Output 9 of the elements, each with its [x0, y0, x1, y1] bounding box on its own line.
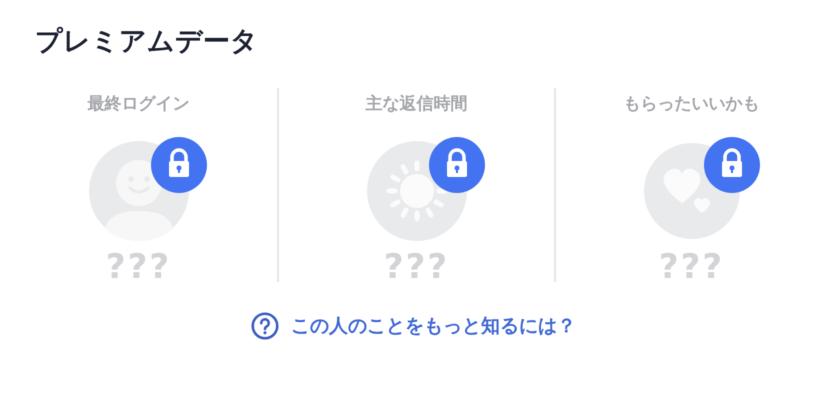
stat-label: もらったいいかも [624, 93, 760, 116]
section-title: プレミアムデータ [34, 25, 259, 59]
hidden-value: ??? [658, 249, 724, 285]
help-link[interactable]: この人のことをもっと知るには？ [291, 313, 576, 339]
stat-label: 最終ログイン [88, 93, 190, 116]
help-icon [251, 312, 279, 340]
hidden-value: ??? [106, 249, 172, 285]
stat-label: 主な返信時間 [366, 93, 468, 116]
hidden-value: ??? [384, 249, 450, 285]
